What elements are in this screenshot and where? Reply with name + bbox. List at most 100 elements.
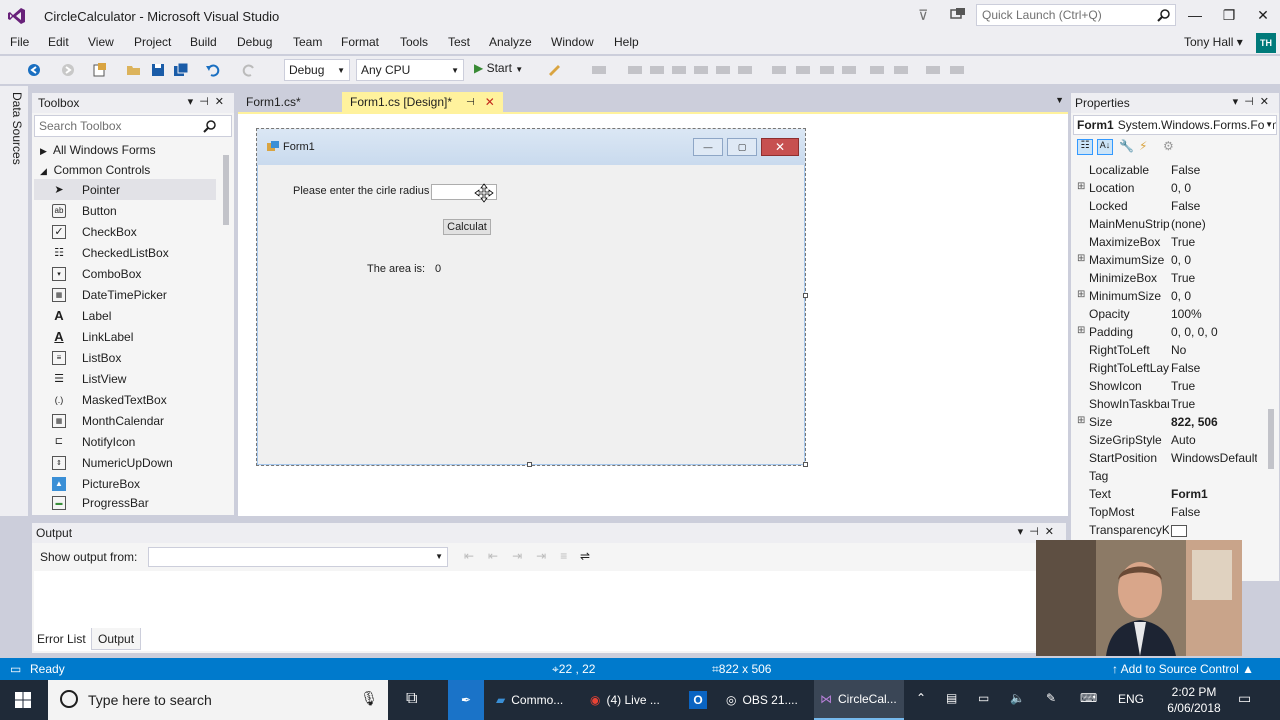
keyboard-icon[interactable]: ⌨ — [1080, 691, 1097, 705]
save-icon[interactable] — [150, 62, 166, 78]
panel-window-controls[interactable]: ▾⊣✕ — [188, 95, 230, 108]
microphone-icon[interactable]: 🎙 — [360, 690, 378, 707]
panel-window-controls[interactable]: ▾⊣✕ — [1233, 95, 1275, 108]
property-value[interactable]: True — [1171, 235, 1257, 249]
browser-link-icon[interactable] — [546, 62, 562, 78]
pen-icon[interactable]: ✎ — [1046, 691, 1056, 705]
avatar[interactable]: TH — [1256, 33, 1276, 53]
property-row[interactable]: Opacity 100% — [1077, 305, 1257, 323]
property-row[interactable]: Locked False — [1077, 197, 1257, 215]
solution-configuration-select[interactable]: Debug ▼ — [284, 59, 350, 81]
property-value[interactable]: True — [1171, 271, 1257, 285]
menu-window[interactable]: Window — [551, 35, 594, 49]
property-row[interactable]: ⊞ Size 822, 506 — [1077, 413, 1257, 431]
menu-tools[interactable]: Tools — [400, 35, 428, 49]
pinned-app-icon[interactable]: ✒ — [448, 680, 484, 720]
maximize-button[interactable]: ❐ — [1212, 0, 1246, 30]
volume-icon[interactable]: 🔈 — [1010, 691, 1025, 705]
form-close-button[interactable]: ✕ — [761, 138, 799, 156]
tab-form1-cs[interactable]: Form1.cs* — [238, 92, 309, 112]
property-row[interactable]: ⊞ Padding 0, 0, 0, 0 — [1077, 323, 1257, 341]
scrollbar-thumb[interactable] — [223, 155, 229, 225]
panel-window-controls[interactable]: ▾⊣✕ — [1018, 525, 1060, 538]
property-value[interactable]: True — [1171, 379, 1257, 393]
property-value[interactable]: 0, 0 — [1171, 253, 1257, 267]
form1-designer[interactable]: Form1 — ▢ ✕ Please enter the cirle radiu… — [256, 128, 806, 466]
user-name[interactable]: Tony Hall ▾ — [1184, 35, 1243, 49]
property-row[interactable]: MaximizeBox True — [1077, 233, 1257, 251]
expand-icon[interactable]: ⊞ — [1077, 253, 1085, 264]
properties-icon[interactable]: 🔧 — [1119, 139, 1134, 153]
object-selector[interactable]: Form1 System.Windows.Forms.Form ▼ — [1073, 115, 1277, 135]
toolbox-item-checkbox[interactable]: ✓ CheckBox — [52, 221, 216, 242]
expand-icon[interactable]: ⊞ — [1077, 181, 1085, 192]
quick-launch-input[interactable]: Quick Launch (Ctrl+Q) — [976, 4, 1176, 26]
events-icon[interactable]: ⚡ — [1139, 139, 1147, 153]
scrollbar-thumb[interactable] — [1268, 409, 1274, 469]
property-value[interactable]: False — [1171, 199, 1257, 213]
toolbox-item-label[interactable]: A Label — [52, 305, 216, 326]
taskbar-app-commo[interactable]: ▰ Commo... — [490, 680, 576, 720]
property-row[interactable]: MinimizeBox True — [1077, 269, 1257, 287]
open-folder-icon[interactable] — [126, 62, 142, 78]
property-row[interactable]: TopMost False — [1077, 503, 1257, 521]
word-wrap-icon[interactable]: ⇌ — [580, 549, 590, 563]
property-row[interactable]: ShowInTaskbar True — [1077, 395, 1257, 413]
property-row[interactable]: SizeGripStyle Auto — [1077, 431, 1257, 449]
toolbox-item-combobox[interactable]: ▾ ComboBox — [52, 263, 216, 284]
toolbox-item-datetimepicker[interactable]: ▦ DateTimePicker — [52, 284, 216, 305]
close-icon[interactable]: ✕ — [215, 96, 230, 108]
notifications-filter-icon[interactable]: ⊽ — [918, 7, 928, 24]
taskbar-search-input[interactable]: Type here to search 🎙 — [48, 680, 388, 720]
property-value[interactable]: 0, 0, 0, 0 — [1171, 325, 1257, 339]
property-value[interactable]: (none) — [1171, 217, 1257, 231]
resize-handle-corner[interactable] — [803, 462, 808, 467]
property-row[interactable]: Text Form1 — [1077, 485, 1257, 503]
toolbox-item-monthcalendar[interactable]: ▦ MonthCalendar — [52, 410, 216, 431]
undo-icon[interactable] — [205, 62, 221, 78]
taskbar-app-obs[interactable]: ◎ OBS 21.... — [720, 680, 810, 720]
toolbox-item-picturebox[interactable]: ▲ PictureBox — [52, 473, 216, 494]
menu-help[interactable]: Help — [614, 35, 639, 49]
network-icon[interactable]: ▭ — [978, 691, 989, 705]
menu-project[interactable]: Project — [134, 35, 171, 49]
tab-overflow-chevron-icon[interactable]: ▼ — [1055, 95, 1064, 105]
pin-icon[interactable]: ⊣ — [1029, 526, 1045, 538]
close-button[interactable]: ✕ — [1246, 0, 1280, 30]
menu-file[interactable]: File — [10, 35, 29, 49]
start-debugging-button[interactable]: ▶ Start ▼ — [474, 61, 523, 75]
taskbar-app-chrome[interactable]: ◉ (4) Live ... — [584, 680, 670, 720]
alphabetical-icon[interactable]: A↓ — [1097, 139, 1113, 155]
property-row[interactable]: ⊞ Location 0, 0 — [1077, 179, 1257, 197]
properties-scrollbar[interactable] — [1265, 159, 1277, 579]
menu-test[interactable]: Test — [448, 35, 470, 49]
close-icon[interactable]: ✕ — [1260, 96, 1275, 108]
calculate-button[interactable]: Calculat — [443, 219, 491, 235]
expand-icon[interactable]: ⊞ — [1077, 415, 1085, 426]
property-value[interactable]: 0, 0 — [1171, 181, 1257, 195]
menu-edit[interactable]: Edit — [48, 35, 69, 49]
toolbox-item-notifyicon[interactable]: ⊏ NotifyIcon — [52, 431, 216, 452]
property-value[interactable]: 0, 0 — [1171, 289, 1257, 303]
property-pages-icon[interactable]: ⚙ — [1163, 139, 1174, 153]
property-row[interactable]: Localizable False — [1077, 161, 1257, 179]
toolbox-search-input[interactable]: Search Toolbox — [34, 115, 232, 137]
new-project-icon[interactable] — [92, 62, 108, 78]
menu-debug[interactable]: Debug — [237, 35, 272, 49]
property-row[interactable]: ⊞ MinimumSize 0, 0 — [1077, 287, 1257, 305]
property-row[interactable]: RightToLeft No — [1077, 341, 1257, 359]
language-indicator[interactable]: ENG — [1118, 692, 1144, 706]
chevron-down-icon[interactable]: ▾ — [1233, 96, 1245, 108]
tab-error-list[interactable]: Error List — [31, 628, 92, 650]
categorized-icon[interactable]: ☷ — [1077, 139, 1093, 155]
form-minimize-button[interactable]: — — [693, 138, 723, 156]
pin-icon[interactable]: ⊣ — [466, 97, 475, 108]
chevron-down-icon[interactable]: ▾ — [1018, 526, 1030, 538]
property-row[interactable]: MainMenuStrip (none) — [1077, 215, 1257, 233]
property-value[interactable]: False — [1171, 163, 1257, 177]
menu-analyze[interactable]: Analyze — [489, 35, 532, 49]
task-view-icon[interactable]: ⧉ — [406, 690, 417, 708]
toolbox-item-listview[interactable]: ☰ ListView — [52, 368, 216, 389]
pin-icon[interactable]: ⊣ — [1244, 96, 1260, 108]
property-row[interactable]: ShowIcon True — [1077, 377, 1257, 395]
